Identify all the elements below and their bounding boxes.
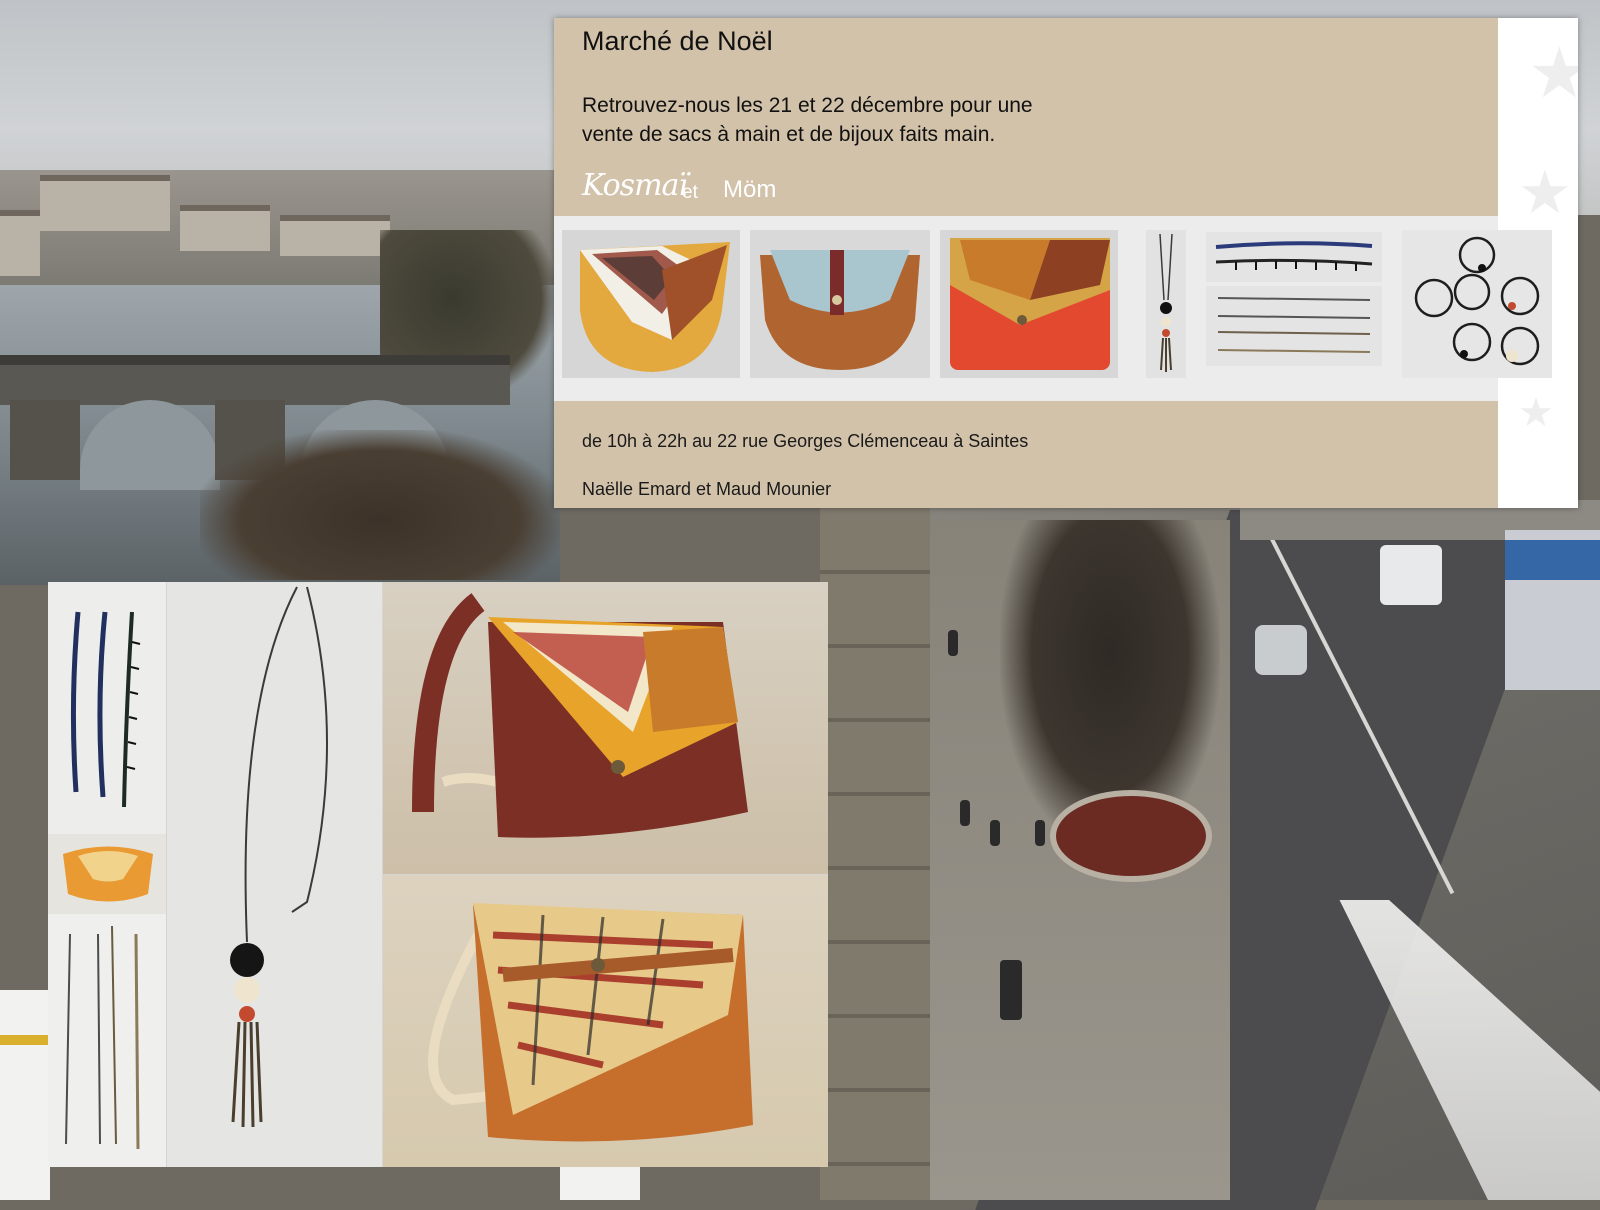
- brand-joiner: et: [682, 182, 698, 203]
- hedge: [200, 430, 560, 580]
- chain-bracelets-icon: [1217, 297, 1371, 353]
- product-photo-band: [554, 216, 1552, 401]
- orange-print-bag-icon: [428, 903, 753, 1142]
- tassel-necklace-icon: [230, 586, 328, 1128]
- planter: [1050, 790, 1212, 882]
- building: [0, 210, 40, 276]
- product-photo-chain-bracelets: [1206, 286, 1382, 366]
- building: [180, 205, 270, 251]
- product-photo-red-bag: [940, 230, 1118, 378]
- pedestrian: [990, 820, 1000, 846]
- red-bag-icon: [940, 230, 1118, 378]
- product-photo-necklace: [1146, 230, 1186, 378]
- shop-sign: [1505, 540, 1600, 580]
- cord-bracelets-icon: [1414, 236, 1540, 366]
- star-icon: ★: [1528, 34, 1578, 112]
- bridge-pier: [10, 400, 80, 480]
- rust-bag-icon: [750, 230, 930, 378]
- product-photo-rust-bag: [750, 230, 930, 378]
- burgundy-bag-icon: [412, 593, 748, 838]
- stone-wall: [820, 500, 930, 1200]
- building: [280, 215, 390, 256]
- car: [1255, 625, 1307, 675]
- collage-mini-bag: [48, 834, 166, 914]
- roof-edge: [560, 1165, 640, 1200]
- pedestrian: [1035, 820, 1045, 846]
- collage-orange-print-bag: [383, 875, 828, 1167]
- flyer-description: Retrouvez-nous les 21 et 22 décembre pou…: [582, 91, 1033, 149]
- necklace-icon: [1146, 230, 1186, 378]
- pedestrian: [1000, 960, 1022, 1020]
- event-hours-address: de 10h à 22h au 22 rue Georges Clémencea…: [582, 431, 1029, 451]
- flyer-title: Marché de Noël: [582, 26, 773, 56]
- beaded-bracelets-icon: [70, 611, 141, 808]
- van: [1380, 545, 1442, 605]
- collage-chain-bracelets: [48, 914, 166, 1167]
- collage-beaded-bracelets: [48, 582, 166, 834]
- product-collage: [48, 582, 828, 1167]
- building: [40, 175, 170, 231]
- collage-burgundy-bag: [383, 582, 828, 874]
- product-photo-ochre-bag: [562, 230, 740, 378]
- star-icon: ★: [1518, 391, 1554, 435]
- brand-logo-kosmai: Kosmaï: [582, 168, 688, 203]
- ochre-bag-icon: [562, 230, 740, 378]
- mini-bag-icon: [48, 834, 166, 914]
- product-photo-beaded-bracelets: [1206, 232, 1382, 282]
- roof-edge: [0, 990, 50, 1200]
- event-flyer: ★ ★ ★ Marché de Noël Retrouvez-nous les …: [554, 18, 1578, 508]
- organizer-names: Naëlle Emard et Maud Mounier: [582, 479, 832, 499]
- pedestrian: [948, 630, 958, 656]
- star-icon: ★: [1518, 159, 1572, 226]
- bracelets-icon: [1215, 241, 1373, 271]
- bridge: [0, 365, 510, 405]
- pedestrian: [960, 800, 970, 826]
- description-line: Retrouvez-nous les 21 et 22 décembre pou…: [582, 94, 1033, 117]
- collage-tassel-necklace: [167, 582, 382, 1167]
- description-line: vente de sacs à main et de bijoux faits …: [582, 123, 996, 146]
- product-photo-cord-bracelets: [1402, 230, 1552, 378]
- brand-logo-mom: Möm: [723, 176, 777, 203]
- chain-bracelets-icon: [65, 925, 140, 1150]
